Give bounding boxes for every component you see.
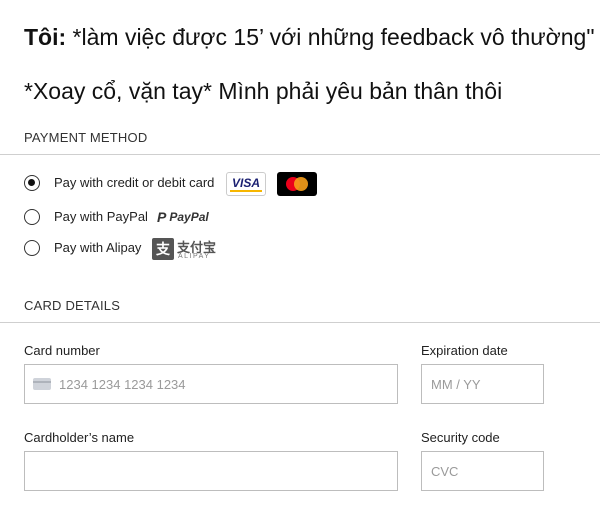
radio-paypal[interactable] (24, 209, 40, 225)
meme-caption-line-1: Tôi: *làm việc được 15’ với những feedba… (24, 24, 595, 51)
paypal-logo: P PayPal (157, 209, 209, 225)
meme-speaker: Tôi: (24, 24, 67, 50)
payment-option-alipay[interactable]: Pay with Alipay (24, 237, 141, 259)
cardholder-name-label: Cardholder’s name (24, 430, 135, 445)
expiration-date-placeholder: MM / YY (431, 377, 481, 392)
alipay-icon: 支 (152, 238, 174, 260)
mastercard-circles-icon (286, 177, 308, 191)
security-code-label: Security code (421, 430, 500, 445)
section-divider (0, 322, 600, 323)
paypal-logo-text: PayPal (169, 210, 209, 224)
radio-card[interactable] (24, 175, 40, 191)
card-number-placeholder: 1234 1234 1234 1234 (59, 377, 186, 392)
payment-method-title: PAYMENT METHOD (24, 130, 148, 145)
security-code-placeholder: CVC (431, 464, 459, 479)
radio-alipay[interactable] (24, 240, 40, 256)
meme-caption-line-2: *Xoay cổ, vặn tay* Mình phải yêu bản thâ… (24, 78, 503, 104)
expiration-date-input[interactable]: MM / YY (421, 364, 544, 404)
payment-option-paypal[interactable]: Pay with PayPal (24, 206, 148, 228)
visa-logo-text: VISA (231, 176, 260, 190)
alipay-logo-en: ALIPAY (178, 253, 211, 260)
visa-logo-bar (230, 190, 262, 192)
visa-logo: VISA (226, 172, 266, 196)
card-number-input[interactable]: 1234 1234 1234 1234 (24, 364, 398, 404)
mastercard-logo (277, 172, 317, 196)
payment-option-alipay-label: Pay with Alipay (54, 240, 142, 255)
credit-card-icon (33, 378, 51, 390)
payment-option-card[interactable]: Pay with credit or debit card (24, 172, 214, 194)
card-number-label: Card number (24, 343, 100, 358)
paypal-p-icon: P (157, 209, 167, 225)
section-divider (0, 154, 600, 155)
payment-option-paypal-label: Pay with PayPal (54, 209, 148, 224)
card-details-title: CARD DETAILS (24, 298, 121, 313)
payment-option-card-label: Pay with credit or debit card (54, 175, 215, 190)
meme-quote: *làm việc được 15’ với những feedback vô… (72, 24, 595, 50)
expiration-date-label: Expiration date (421, 343, 508, 358)
cardholder-name-input[interactable] (24, 451, 398, 491)
security-code-input[interactable]: CVC (421, 451, 544, 491)
